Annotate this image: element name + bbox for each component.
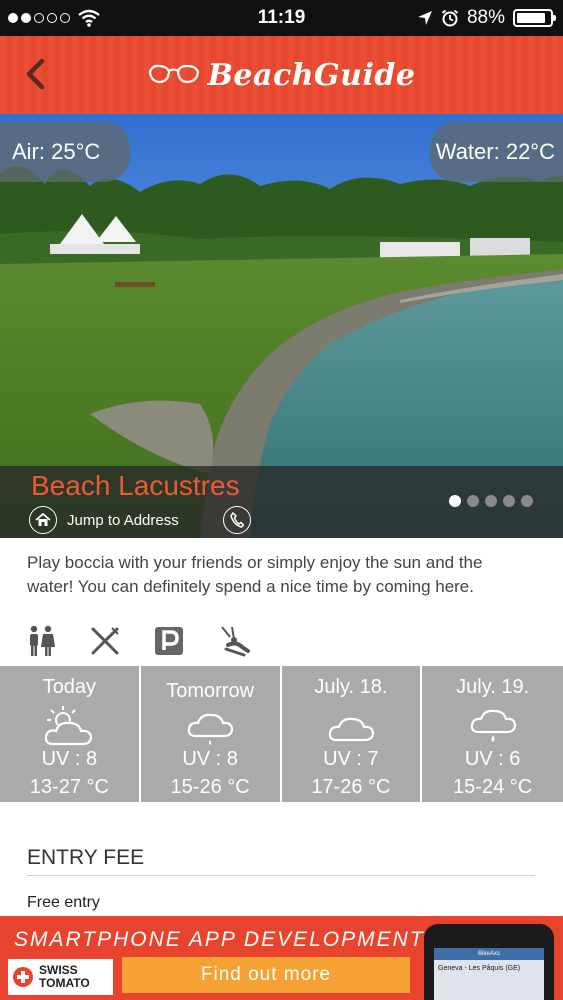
ad-phone-image: BikeAxs Geneva - Les Pâquis (GE): [424, 924, 554, 1000]
cloud-icon: [282, 704, 421, 748]
battery-fill: [517, 13, 546, 23]
battery-icon: [513, 9, 556, 27]
forecast-temperature: 17-26 °C: [311, 776, 391, 798]
parking-icon: [152, 624, 186, 658]
call-button[interactable]: [223, 506, 251, 534]
app-header: BeachGuide: [0, 36, 563, 114]
entry-fee-divider: [27, 875, 535, 876]
location-arrow-icon: [417, 11, 432, 25]
forecast-day: Tomorrow UV : 8 15-26 °C: [141, 666, 282, 802]
chevron-left-icon: [26, 58, 45, 90]
restroom-icon: [24, 624, 58, 658]
pager-dot[interactable]: [485, 495, 497, 507]
water-temperature: Water: 22°C: [435, 139, 555, 164]
phone-icon: [230, 512, 244, 528]
cloud-rain-icon: [141, 704, 280, 748]
forecast-day: July. 19. UV : 6 15-24 °C: [422, 666, 563, 802]
forecast-uv: UV : 7: [323, 748, 379, 770]
pager-dot[interactable]: [503, 495, 515, 507]
entry-fee-value: Free entry: [27, 894, 100, 911]
sun-cloud-icon: [0, 704, 139, 748]
forecast-day-label: July. 18.: [314, 676, 388, 698]
air-temperature-badge: Air: 25°C: [0, 122, 130, 182]
beach-photo[interactable]: Air: 25°C Water: 22°C Beach Lacustres Ju…: [0, 114, 563, 538]
battery-percent: 88%: [466, 7, 505, 28]
photo-caption: Beach Lacustres Jump to Address: [0, 466, 563, 538]
forecast-temperature: 13-27 °C: [29, 776, 109, 798]
ad-phone-route: Geneva - Les Pâquis (GE): [438, 965, 521, 972]
forecast-day: Today UV : 8 13-27 °C: [0, 666, 141, 802]
entry-fee-heading: ENTRY FEE: [27, 846, 145, 869]
forecast-temperature: 15-24 °C: [453, 776, 533, 798]
pager-dot[interactable]: [467, 495, 479, 507]
swiss-cross-icon: [13, 967, 33, 987]
beach-description: Play boccia with your friends or simply …: [27, 553, 483, 596]
water-temperature-badge: Water: 22°C: [430, 122, 563, 182]
advertisement-banner[interactable]: SMARTPHONE APP DEVELOPMENT SWISS TOMATO …: [0, 916, 563, 1000]
back-button[interactable]: [18, 54, 52, 94]
ad-brand-logo: SWISS TOMATO: [8, 959, 113, 995]
playground-icon: [218, 624, 252, 658]
ad-phone-screen: BikeAxs Geneva - Les Pâquis (GE): [434, 948, 544, 1000]
forecast-day-label: Tomorrow: [166, 680, 255, 702]
ad-brand-name: SWISS TOMATO: [39, 964, 90, 990]
status-bar: 11:19 88%: [0, 0, 563, 36]
jump-to-address-label: Jump to Address: [67, 511, 179, 529]
forecast-day-label: July. 19.: [456, 676, 530, 698]
cloud-rain-icon: [422, 704, 563, 748]
weather-forecast: Today UV : 8 13-27 °C Tomorrow UV : 8 15…: [0, 666, 563, 802]
alarm-icon: [441, 9, 459, 27]
forecast-uv: UV : 6: [464, 748, 521, 770]
sunglasses-icon: [148, 64, 199, 84]
forecast-uv: UV : 8: [182, 748, 238, 770]
find-out-more-button[interactable]: Find out more: [122, 957, 410, 993]
forecast-day-label: Today: [42, 676, 97, 698]
beach-title: Beach Lacustres: [31, 470, 240, 501]
app-logo: BeachGuide: [148, 58, 416, 93]
home-icon: [29, 506, 57, 534]
pager-dot[interactable]: [521, 495, 533, 507]
status-right: 88%: [417, 0, 556, 36]
forecast-day: July. 18. UV : 7 17-26 °C: [282, 666, 423, 802]
forecast-uv: UV : 8: [41, 748, 98, 770]
restaurant-icon: [88, 624, 122, 658]
forecast-temperature: 15-26 °C: [170, 776, 250, 798]
ad-phone-app-name: BikeAxs: [434, 948, 544, 960]
pager-dot[interactable]: [449, 495, 461, 507]
air-temperature: Air: 25°C: [12, 139, 101, 164]
jump-to-address-button[interactable]: Jump to Address: [29, 506, 179, 534]
photo-pager[interactable]: [449, 495, 533, 507]
ad-headline: SMARTPHONE APP DEVELOPMENT: [14, 928, 425, 951]
ad-brand-line2: TOMATO: [39, 976, 90, 990]
logo-text: BeachGuide: [207, 57, 416, 93]
